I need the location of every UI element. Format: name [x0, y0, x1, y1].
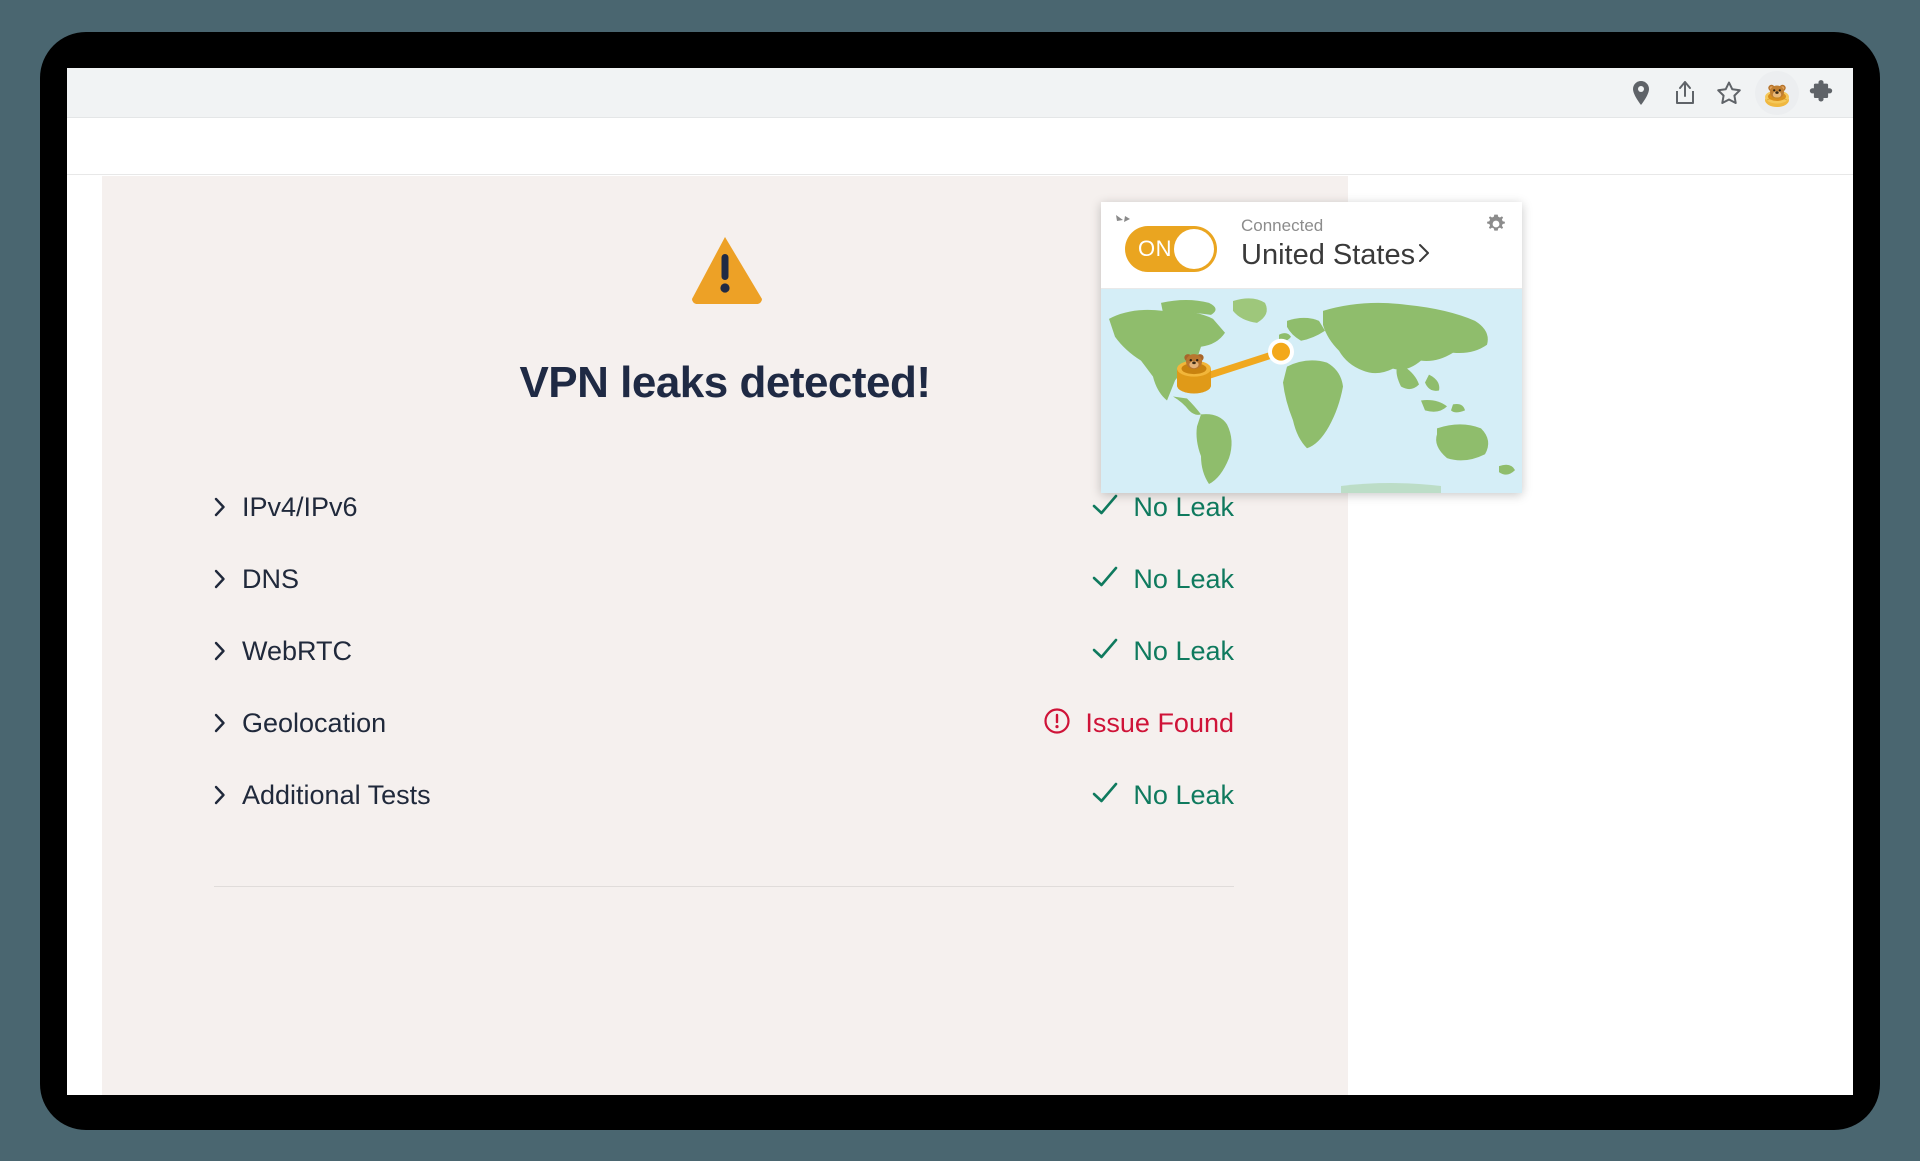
- toolbar-actions: [1617, 71, 1843, 115]
- test-label: DNS: [242, 563, 300, 594]
- world-map[interactable]: [1101, 288, 1522, 493]
- test-label: Additional Tests: [242, 779, 431, 810]
- table-row[interactable]: WebRTC No Leak: [214, 615, 1234, 687]
- chevron-right-icon: [214, 641, 226, 661]
- chevron-right-icon: [214, 785, 226, 805]
- table-row[interactable]: Additional Tests No Leak: [214, 759, 1234, 831]
- row-left: Geolocation: [214, 708, 386, 739]
- collapse-arrows-icon[interactable]: [1113, 212, 1135, 234]
- row-left: Additional Tests: [214, 780, 431, 811]
- popup-header: ON Connected United States: [1101, 202, 1522, 288]
- check-icon: [1091, 781, 1119, 810]
- check-icon: [1091, 637, 1119, 666]
- tunnelbear-extension-icon[interactable]: [1755, 71, 1799, 115]
- test-label: Geolocation: [242, 707, 387, 738]
- status-badge: Issue Found: [1085, 707, 1234, 738]
- vpn-extension-popup: ON Connected United States: [1101, 202, 1522, 493]
- extensions-puzzle-icon[interactable]: [1799, 71, 1843, 115]
- chevron-right-icon: [214, 569, 226, 589]
- row-left: DNS: [214, 564, 299, 595]
- country-selector[interactable]: United States: [1241, 239, 1431, 272]
- toggle-label: ON: [1138, 236, 1172, 261]
- row-right: No Leak: [1091, 780, 1234, 811]
- test-label: IPv4/IPv6: [242, 491, 358, 522]
- connection-status: Connected: [1241, 216, 1324, 235]
- browser-toolbar: [67, 68, 1853, 118]
- status-badge: No Leak: [1133, 779, 1234, 810]
- bookmark-star-icon[interactable]: [1707, 73, 1751, 113]
- browser-window: VPN leaks detected! IPv4/IPv6 No Leak DN…: [67, 68, 1853, 1095]
- vpn-power-toggle[interactable]: ON: [1125, 226, 1217, 272]
- check-icon: [1091, 493, 1119, 522]
- row-right: No Leak: [1091, 636, 1234, 667]
- page-viewport: VPN leaks detected! IPv4/IPv6 No Leak DN…: [67, 176, 1853, 1095]
- status-badge: No Leak: [1133, 563, 1234, 594]
- share-icon[interactable]: [1663, 73, 1707, 113]
- row-right: No Leak: [1091, 492, 1234, 523]
- test-label: WebRTC: [242, 635, 353, 666]
- leak-test-list: IPv4/IPv6 No Leak DNS No Leak WebRTC No …: [214, 471, 1234, 831]
- row-left: IPv4/IPv6: [214, 492, 358, 523]
- status-badge: No Leak: [1133, 635, 1234, 666]
- table-row[interactable]: DNS No Leak: [214, 543, 1234, 615]
- table-row[interactable]: IPv4/IPv6 No Leak: [214, 471, 1234, 543]
- section-divider: [214, 886, 1234, 887]
- table-row[interactable]: Geolocation Issue Found: [214, 687, 1234, 759]
- warning-triangle-icon: [691, 237, 763, 304]
- check-icon: [1091, 565, 1119, 594]
- chevron-right-icon: [1417, 239, 1431, 272]
- row-left: WebRTC: [214, 636, 352, 667]
- row-right: Issue Found: [1043, 707, 1234, 740]
- map-graphic: [1101, 289, 1522, 493]
- row-right: No Leak: [1091, 564, 1234, 595]
- toggle-knob: [1174, 229, 1214, 269]
- connection-info: Connected United States: [1241, 216, 1431, 272]
- chevron-right-icon: [214, 713, 226, 733]
- location-pin-icon[interactable]: [1619, 73, 1663, 113]
- alert-circle-icon: [1043, 707, 1071, 740]
- chevron-right-icon: [214, 497, 226, 517]
- bear-in-tunnel-icon: [1765, 84, 1789, 107]
- toolbar-icon-group: [1617, 73, 1753, 113]
- gear-icon[interactable]: [1484, 212, 1508, 236]
- country-label: United States: [1241, 239, 1416, 271]
- bookmark-bar: [67, 118, 1853, 175]
- status-badge: No Leak: [1133, 491, 1234, 522]
